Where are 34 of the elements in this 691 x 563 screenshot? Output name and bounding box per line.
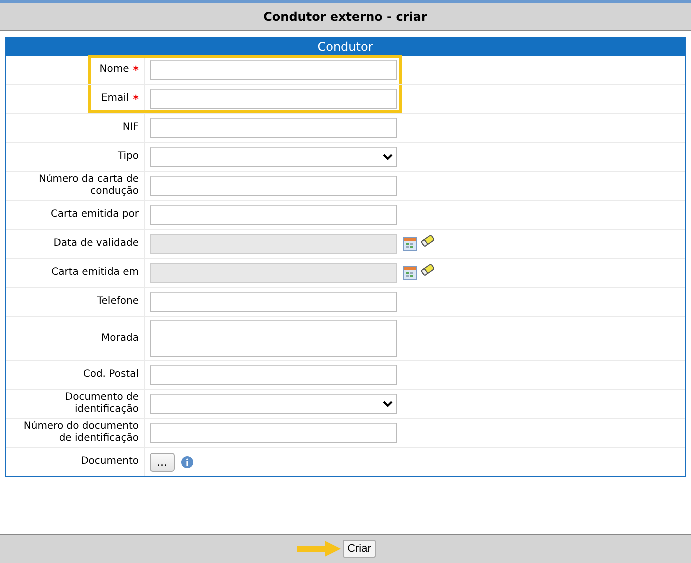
field-label: Nome (100, 64, 130, 76)
text-field[interactable] (150, 60, 397, 80)
field-label: Documento (81, 456, 139, 468)
text-field[interactable] (150, 292, 397, 312)
eraser-icon[interactable] (421, 264, 435, 276)
text-field[interactable] (150, 205, 397, 225)
info-icon[interactable] (180, 456, 194, 468)
field-label: Data de validade (54, 238, 139, 250)
text-area[interactable] (150, 320, 397, 357)
text-field[interactable] (150, 423, 397, 443)
text-field[interactable] (150, 89, 397, 109)
field-label: Cod. Postal (83, 369, 139, 381)
dropdown[interactable] (150, 147, 397, 167)
field-label: Morada (102, 332, 139, 344)
text-field[interactable] (150, 176, 397, 196)
window-title: Condutor externo - criar (264, 10, 428, 24)
field-label: Carta emitida em (52, 267, 139, 279)
eraser-icon[interactable] (421, 235, 435, 247)
dropdown[interactable] (150, 394, 397, 414)
browse-button[interactable]: ... (150, 452, 174, 472)
text-field[interactable] (150, 118, 397, 138)
field-label: Telefone (97, 296, 139, 308)
field-label: Email (101, 93, 130, 105)
required-mark: * (133, 92, 139, 106)
field-label: NIF (122, 122, 139, 134)
field-label: Documento de identificação (64, 392, 139, 416)
field-label: Número do documento de identificação (22, 421, 139, 445)
field-label: Número da carta de condução (38, 174, 139, 198)
required-mark: * (133, 64, 139, 76)
field-label: Carta emitida por (50, 209, 139, 221)
section-title: Condutor (318, 40, 374, 54)
create-button[interactable]: Criar (342, 540, 376, 558)
field-label: Tipo (118, 151, 139, 163)
text-field[interactable] (150, 365, 397, 385)
